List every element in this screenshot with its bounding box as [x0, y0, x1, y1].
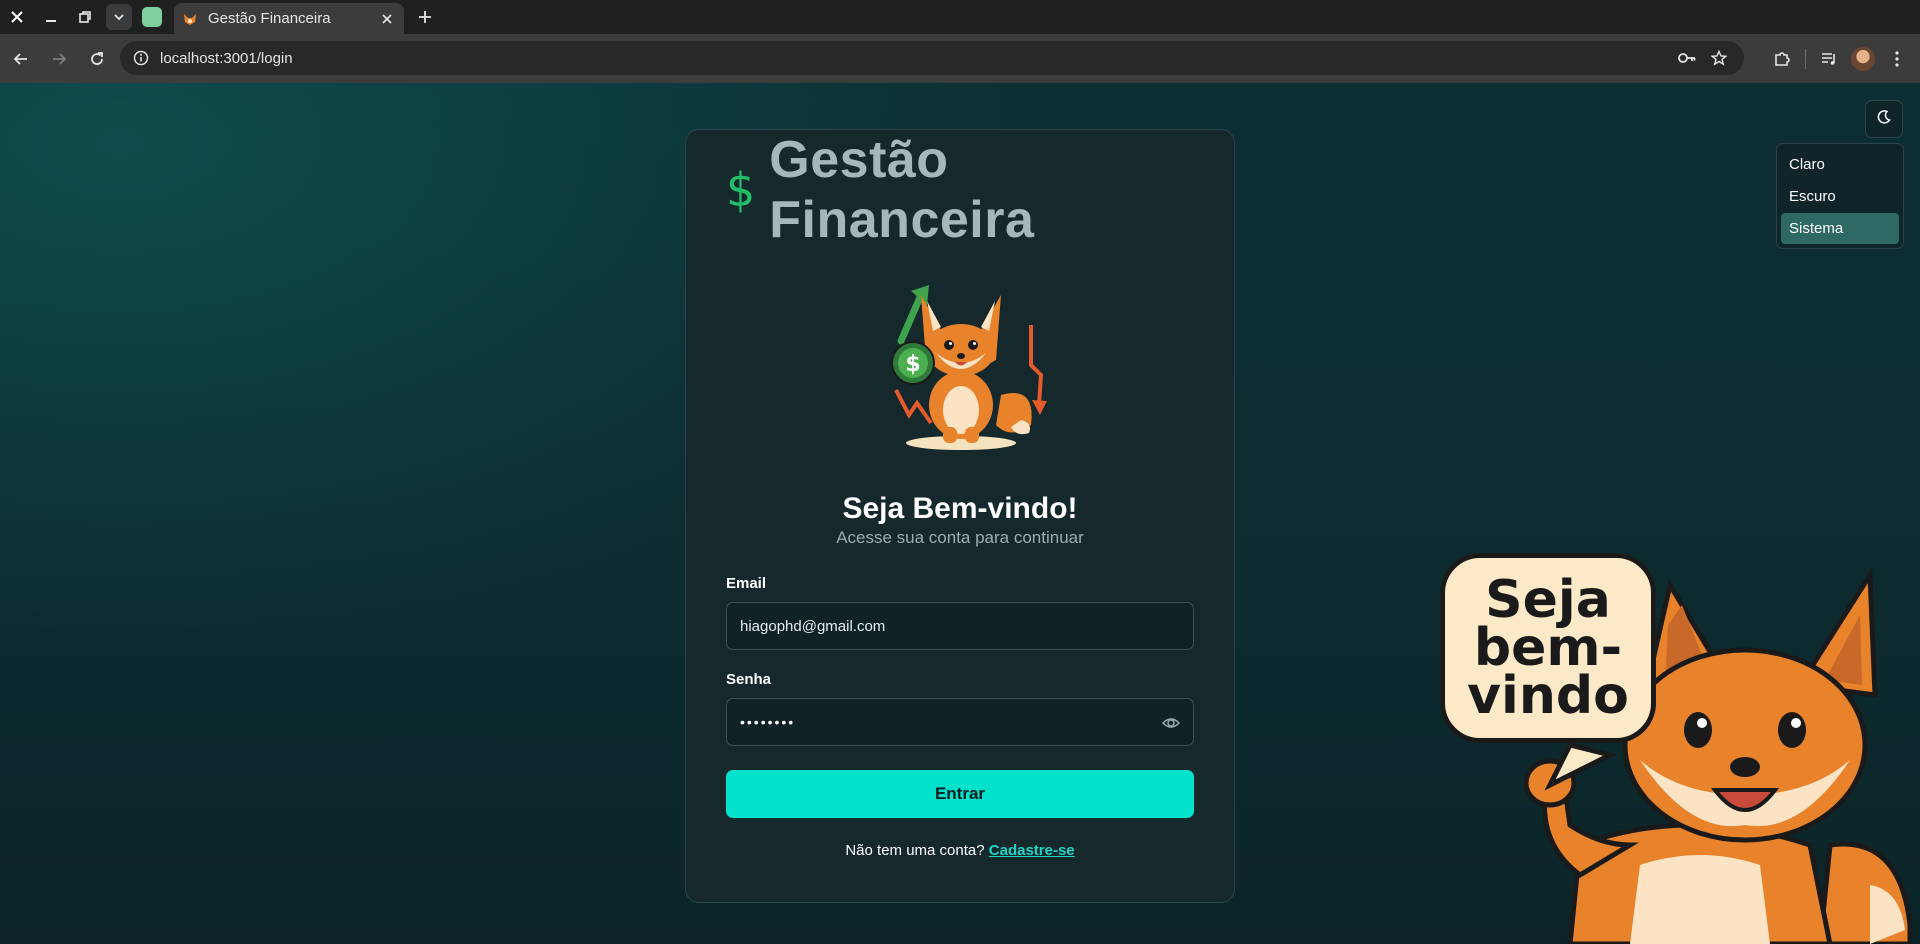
brand-name: Gestão Financeira [769, 131, 1035, 249]
password-key-icon[interactable] [1674, 45, 1700, 71]
show-password-eye-icon[interactable] [1161, 713, 1181, 733]
theme-option-claro[interactable]: Claro [1781, 149, 1899, 180]
signup-row: Não tem uma conta? Cadastre-se [686, 842, 1234, 859]
browser-toolbar: localhost:3001/login [0, 34, 1920, 83]
address-url: localhost:3001/login [160, 49, 293, 67]
fox-finance-mascot-illustration: $ [891, 285, 1047, 450]
toolbar-divider [1805, 49, 1806, 69]
back-arrow-icon[interactable] [4, 42, 38, 76]
close-window-icon[interactable] [0, 0, 34, 34]
brand-header: $ Gestão Financeira [726, 131, 1196, 249]
email-field-value: hiagophd@gmail.com [740, 617, 886, 635]
password-label: Senha [726, 671, 772, 688]
theme-option-sistema[interactable]: Sistema [1781, 213, 1899, 244]
login-button[interactable]: Entrar [726, 770, 1194, 818]
reload-icon[interactable] [80, 42, 114, 76]
theme-dropdown-menu: Claro Escuro Sistema [1776, 143, 1904, 249]
welcome-speech-bubble: Seja bem- vindo [1440, 553, 1656, 743]
extensions-puzzle-icon[interactable] [1765, 42, 1799, 76]
email-label: Email [726, 575, 767, 592]
restore-window-icon[interactable] [68, 0, 102, 34]
password-field-value: •••••••• [740, 714, 796, 730]
forward-arrow-icon[interactable] [42, 42, 76, 76]
login-page: $ Gestão Financeira $ Seja Bem-vindo! Ac… [0, 83, 1920, 944]
tab-title: Gestão Financeira [208, 10, 331, 27]
tab-close-icon[interactable] [378, 10, 396, 28]
bubble-line-1: Seja [1485, 570, 1611, 630]
email-field[interactable]: hiagophd@gmail.com [726, 602, 1194, 650]
tab-search-chevron-icon[interactable] [106, 4, 132, 30]
minimize-window-icon[interactable] [34, 0, 68, 34]
theme-toggle-button[interactable] [1865, 100, 1903, 138]
site-info-icon[interactable] [132, 49, 150, 67]
signup-link[interactable]: Cadastre-se [989, 842, 1075, 859]
welcome-subtitle: Acesse sua conta para continuar [836, 528, 1084, 547]
moon-icon [1876, 109, 1892, 130]
new-tab-plus-icon[interactable] [414, 6, 436, 28]
bookmark-star-icon[interactable] [1706, 45, 1732, 71]
address-bar[interactable]: localhost:3001/login [120, 41, 1744, 75]
browser-tab-active[interactable]: Gestão Financeira [174, 3, 404, 34]
welcome-title: Seja Bem-vindo! [842, 492, 1078, 525]
password-field[interactable]: •••••••• [726, 698, 1194, 746]
brand-dollar-icon: $ [726, 163, 756, 217]
profile-avatar[interactable] [1846, 42, 1880, 76]
svg-text:$: $ [905, 352, 920, 377]
bubble-line-3: vindo [1467, 666, 1629, 726]
tab-group-indicator[interactable] [142, 7, 162, 27]
theme-option-escuro[interactable]: Escuro [1781, 181, 1899, 212]
bubble-line-2: bem- [1473, 618, 1623, 678]
browser-menu-icon[interactable] [1880, 42, 1914, 76]
fox-favicon-icon [182, 11, 198, 27]
media-queue-icon[interactable] [1812, 42, 1846, 76]
login-card: $ Gestão Financeira $ Seja Bem-vindo! Ac… [685, 129, 1235, 903]
signup-prompt: Não tem uma conta? [845, 842, 985, 859]
